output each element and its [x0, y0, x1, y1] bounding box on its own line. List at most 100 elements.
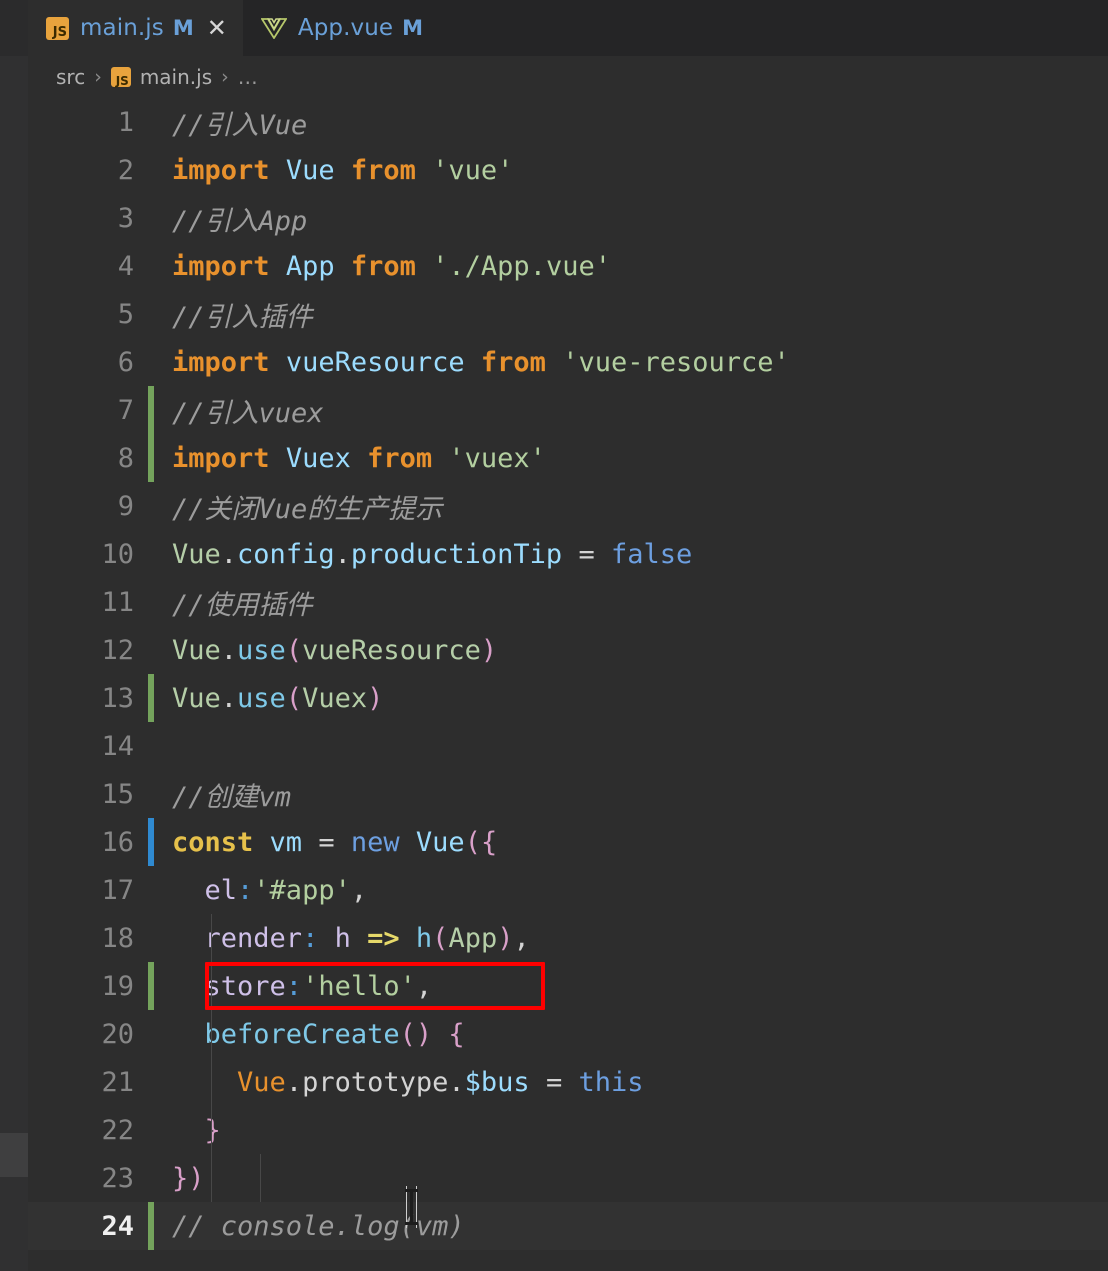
- mouse-ibeam-cursor-core: [405, 1189, 418, 1225]
- gutter-change-indicator[interactable]: [142, 578, 164, 626]
- gutter-change-indicator[interactable]: [142, 1010, 164, 1058]
- code-line[interactable]: 23}): [28, 1154, 1108, 1202]
- code-line[interactable]: 1 //引入Vue: [28, 98, 1108, 146]
- gutter-change-indicator[interactable]: [142, 866, 164, 914]
- gutter-change-indicator[interactable]: [142, 386, 164, 434]
- code-text[interactable]: store:'hello',: [164, 971, 1108, 1002]
- token-green: App: [448, 922, 498, 954]
- code-editor[interactable]: 1//引入Vue 2 import Vue from 'vue' 3//引入App 4 i…: [28, 98, 1108, 1271]
- gutter-change-indicator[interactable]: [142, 146, 164, 194]
- gutter-change-indicator[interactable]: [142, 1058, 164, 1106]
- breadcrumb-file[interactable]: main.js: [140, 65, 212, 89]
- code-line[interactable]: 6 import vueResource from 'vue-resource': [28, 338, 1108, 386]
- code-text[interactable]: //使用插件: [164, 583, 1108, 622]
- code-text[interactable]: }): [164, 1163, 1108, 1194]
- code-text[interactable]: render: h => h(App),: [164, 923, 1108, 954]
- code-line[interactable]: 10 Vue.config.productionTip = false: [28, 530, 1108, 578]
- gutter-change-indicator[interactable]: [142, 962, 164, 1010]
- close-icon[interactable]: ✕: [207, 16, 227, 40]
- gutter-change-indicator[interactable]: [142, 674, 164, 722]
- code-text[interactable]: // console.log(vm): [164, 1211, 1108, 1242]
- code-text[interactable]: Vue.use(vueResource): [164, 635, 1108, 666]
- code-text[interactable]: Vue.use(Vuex): [164, 683, 1108, 714]
- code-line[interactable]: 22 }: [28, 1106, 1108, 1154]
- code-text[interactable]: const vm = new Vue({: [164, 827, 1108, 858]
- line-number: 20: [101, 1018, 134, 1050]
- line-number: 9: [117, 490, 134, 522]
- token-ident: productionTip: [350, 538, 563, 570]
- code-line[interactable]: 8 import Vuex from 'vuex': [28, 434, 1108, 482]
- token-plain: ,: [513, 922, 530, 954]
- code-line[interactable]: 11 //使用插件: [28, 578, 1108, 626]
- code-line[interactable]: 12 Vue.use(vueResource): [28, 626, 1108, 674]
- code-text[interactable]: Vue.config.productionTip = false: [164, 539, 1108, 570]
- code-text[interactable]: Vue.prototype.$bus = this: [164, 1067, 1108, 1098]
- code-line[interactable]: 20 beforeCreate() {: [28, 1010, 1108, 1058]
- code-line[interactable]: 18 render: h => h(App),: [28, 914, 1108, 962]
- gutter-change-indicator[interactable]: [142, 530, 164, 578]
- code-line[interactable]: 19 store:'hello',: [28, 962, 1108, 1010]
- code-text[interactable]: import App from './App.vue': [164, 251, 1108, 282]
- tab-main-js[interactable]: JS main.js M ✕: [28, 0, 243, 56]
- gutter-change-indicator[interactable]: [142, 482, 164, 530]
- code-line[interactable]: 15 //创建vm: [28, 770, 1108, 818]
- gutter-change-indicator[interactable]: [142, 770, 164, 818]
- code-text[interactable]: //引入Vue: [164, 103, 1108, 142]
- line-number: 7: [117, 394, 134, 426]
- gutter-change-indicator[interactable]: [142, 242, 164, 290]
- breadcrumb-folder[interactable]: src: [56, 65, 85, 89]
- code-line[interactable]: 24 // console.log(vm): [28, 1202, 1108, 1250]
- gutter-change-indicator[interactable]: [142, 194, 164, 242]
- gutter-change-indicator[interactable]: [142, 434, 164, 482]
- gutter-change-indicator[interactable]: [142, 722, 164, 770]
- token-ident: Vuex: [285, 442, 351, 474]
- activity-bar: [0, 0, 28, 1271]
- line-number: 12: [101, 634, 134, 666]
- breadcrumb-more[interactable]: …: [238, 65, 259, 89]
- tab-app-vue[interactable]: App.vue M: [242, 0, 440, 56]
- gutter-change-indicator[interactable]: [142, 818, 164, 866]
- code-line[interactable]: 17 el:'#app',: [28, 866, 1108, 914]
- code-line[interactable]: 3 //引入App: [28, 194, 1108, 242]
- token-func: use: [237, 682, 286, 714]
- code-text[interactable]: //关闭Vue的生产提示: [164, 487, 1108, 526]
- code-text[interactable]: //创建vm: [164, 775, 1108, 814]
- code-text[interactable]: }: [164, 1115, 1108, 1146]
- code-line[interactable]: 21 Vue.prototype.$bus = this: [28, 1058, 1108, 1106]
- token-green: vueResource: [302, 634, 481, 666]
- code-line[interactable]: 7 //引入vuex: [28, 386, 1108, 434]
- code-line[interactable]: 4 import App from './App.vue': [28, 242, 1108, 290]
- activity-bar-highlight[interactable]: [0, 1133, 28, 1177]
- code-text[interactable]: //引入插件: [164, 295, 1108, 334]
- code-text[interactable]: //引入App: [164, 199, 1108, 238]
- token-paren: (: [285, 634, 303, 666]
- code-line[interactable]: 5 //引入插件: [28, 290, 1108, 338]
- gutter-change-indicator[interactable]: [142, 290, 164, 338]
- code-line[interactable]: 13 Vue.use(Vuex): [28, 674, 1108, 722]
- gutter-change-indicator[interactable]: [142, 1106, 164, 1154]
- line-number: 11: [101, 586, 134, 618]
- gutter-change-indicator[interactable]: [142, 98, 164, 146]
- code-line[interactable]: 16 const vm = new Vue({: [28, 818, 1108, 866]
- gutter-change-indicator[interactable]: [142, 914, 164, 962]
- gutter-change-indicator[interactable]: [142, 1154, 164, 1202]
- token-string: 'vue-resource': [562, 346, 790, 378]
- code-text[interactable]: import Vuex from 'vuex': [164, 443, 1108, 474]
- gutter-change-indicator[interactable]: [142, 338, 164, 386]
- token-paren: ({: [464, 826, 498, 858]
- gutter-change-indicator[interactable]: [142, 626, 164, 674]
- gutter-change-indicator[interactable]: [142, 1202, 164, 1250]
- code-text[interactable]: beforeCreate() {: [164, 1019, 1108, 1050]
- token-paren: (): [399, 1018, 433, 1050]
- code-text[interactable]: //引入vuex: [164, 391, 1108, 430]
- code-line[interactable]: 9 //关闭Vue的生产提示: [28, 482, 1108, 530]
- code-line[interactable]: 14: [28, 722, 1108, 770]
- token-paren: ): [367, 682, 384, 714]
- code-text[interactable]: el:'#app',: [164, 875, 1108, 906]
- code-text[interactable]: import Vue from 'vue': [164, 155, 1108, 186]
- code-text[interactable]: import vueResource from 'vue-resource': [164, 347, 1108, 378]
- code-line[interactable]: 2 import Vue from 'vue': [28, 146, 1108, 194]
- js-file-icon: JS: [46, 16, 69, 40]
